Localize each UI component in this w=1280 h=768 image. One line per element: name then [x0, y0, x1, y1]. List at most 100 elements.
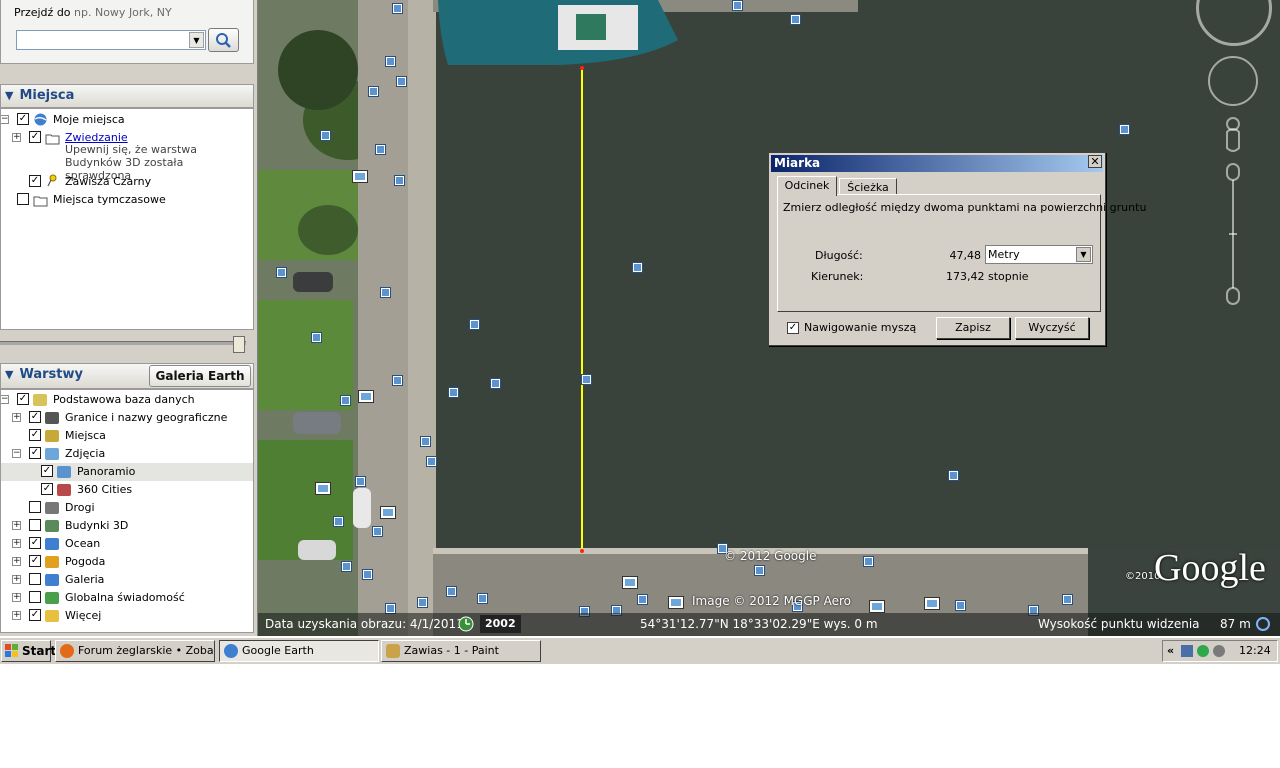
layer-checkbox[interactable]: ✓	[29, 447, 41, 459]
layer-checkbox[interactable]: ✓	[29, 411, 41, 423]
layer-checkbox[interactable]: ✓	[41, 465, 53, 477]
layer-checkbox[interactable]: ✓	[41, 483, 53, 495]
layer-checkbox[interactable]	[29, 591, 41, 603]
360-cities-photo-icon[interactable]	[353, 171, 367, 182]
collapse-triangle-icon[interactable]: ▼	[5, 368, 13, 381]
panoramio-photo-icon[interactable]	[427, 457, 436, 466]
layer-item[interactable]: ✓ 360 Cities	[1, 481, 253, 499]
tree-item-zawisza-czarny[interactable]: ✓ Zawisza Czarny	[3, 173, 253, 191]
layer-item[interactable]: Drogi	[1, 499, 253, 517]
antivirus-icon[interactable]	[1213, 645, 1225, 657]
panoramio-photo-icon[interactable]	[312, 333, 321, 342]
expand-toggle-icon[interactable]: +	[12, 521, 21, 530]
speaker-icon[interactable]	[1181, 645, 1193, 657]
layer-checkbox[interactable]: ✓	[29, 537, 41, 549]
tree-item-temporary-places[interactable]: Miejsca tymczasowe	[3, 191, 253, 209]
panoramio-photo-icon[interactable]	[447, 587, 456, 596]
search-button[interactable]	[208, 28, 239, 52]
panoramio-photo-icon[interactable]	[277, 268, 286, 277]
360-cities-photo-icon[interactable]	[925, 598, 939, 609]
expand-toggle-icon[interactable]: +	[12, 611, 21, 620]
collapse-toggle-icon[interactable]: −	[12, 449, 21, 458]
expand-toggle-icon[interactable]: +	[12, 133, 21, 142]
collapse-toggle-icon[interactable]: −	[1, 395, 9, 404]
panoramio-photo-icon[interactable]	[363, 570, 372, 579]
panoramio-photo-icon[interactable]	[342, 562, 351, 571]
panoramio-photo-icon[interactable]	[949, 471, 958, 480]
panoramio-photo-icon[interactable]	[321, 131, 330, 140]
layer-item[interactable]: + Budynki 3D	[1, 517, 253, 535]
layer-checkbox[interactable]	[29, 501, 41, 513]
panoramio-photo-icon[interactable]	[381, 288, 390, 297]
checkbox-temporary-places[interactable]	[17, 193, 29, 205]
earth-gallery-button[interactable]: Galeria Earth ››	[149, 365, 251, 403]
taskbar-item-google-earth[interactable]: Google Earth	[219, 640, 379, 662]
tray-expand-chevron-icon[interactable]: «	[1167, 641, 1174, 661]
expand-toggle-icon[interactable]: +	[12, 575, 21, 584]
panoramio-photo-icon[interactable]	[1120, 125, 1129, 134]
expand-toggle-icon[interactable]: +	[12, 557, 21, 566]
tab-line[interactable]: Odcinek	[777, 176, 837, 196]
zoom-slider-icon[interactable]	[1218, 112, 1248, 312]
layer-checkbox[interactable]: ✓	[29, 429, 41, 441]
360-cities-photo-icon[interactable]	[669, 597, 683, 608]
historical-year-badge[interactable]: 2002	[480, 615, 521, 633]
panel-slider-track[interactable]	[0, 341, 246, 345]
panoramio-photo-icon[interactable]	[449, 388, 458, 397]
panoramio-photo-icon[interactable]	[395, 176, 404, 185]
unit-select[interactable]: Metry ▼	[985, 245, 1093, 264]
panoramio-photo-icon[interactable]	[356, 477, 365, 486]
checkbox-zawisza-czarny[interactable]: ✓	[29, 175, 41, 187]
collapse-triangle-icon[interactable]: ▼	[5, 89, 13, 102]
360-cities-photo-icon[interactable]	[359, 391, 373, 402]
panoramio-photo-icon[interactable]	[334, 517, 343, 526]
panoramio-photo-icon[interactable]	[755, 566, 764, 575]
search-input[interactable]: ▼	[16, 30, 206, 50]
panoramio-photo-icon[interactable]	[386, 57, 395, 66]
panoramio-photo-icon[interactable]	[376, 145, 385, 154]
checkbox-zwiedzanie[interactable]: ✓	[29, 131, 41, 143]
panoramio-photo-icon[interactable]	[373, 527, 382, 536]
layer-checkbox[interactable]: ✓	[29, 555, 41, 567]
layer-item[interactable]: + Galeria	[1, 571, 253, 589]
search-history-dropdown[interactable]: ▼	[189, 32, 204, 48]
panoramio-photo-icon[interactable]	[470, 320, 479, 329]
dialog-title-bar[interactable]: Miarka	[771, 155, 1103, 172]
tree-item-my-places[interactable]: − ✓ Moje miejsca	[1, 111, 253, 129]
expand-toggle-icon[interactable]: +	[12, 413, 21, 422]
panoramio-photo-icon[interactable]	[478, 594, 487, 603]
layer-item[interactable]: + ✓ Pogoda	[1, 553, 253, 571]
layer-checkbox[interactable]	[29, 573, 41, 585]
clear-button[interactable]: Wyczyść	[1015, 317, 1089, 339]
panoramio-photo-icon[interactable]	[418, 598, 427, 607]
panoramio-photo-icon[interactable]	[397, 77, 406, 86]
look-joystick-icon[interactable]	[1208, 56, 1258, 106]
360-cities-photo-icon[interactable]	[316, 483, 330, 494]
panoramio-photo-icon[interactable]	[491, 379, 500, 388]
panel-slider-thumb[interactable]	[233, 336, 245, 353]
expand-toggle-icon[interactable]: +	[12, 593, 21, 602]
panoramio-photo-icon[interactable]	[386, 604, 395, 613]
chevron-down-icon[interactable]: ▼	[1076, 247, 1091, 262]
network-icon[interactable]	[1197, 645, 1209, 657]
places-header[interactable]: ▼ Miejsca	[0, 84, 254, 108]
layer-item[interactable]: ✓ Miejsca	[1, 427, 253, 445]
clock-time[interactable]: 12:24	[1239, 641, 1271, 661]
close-icon[interactable]: ✕	[1088, 155, 1102, 168]
clock-icon[interactable]	[458, 616, 474, 632]
panoramio-photo-icon[interactable]	[638, 595, 647, 604]
360-cities-photo-icon[interactable]	[623, 577, 637, 588]
layer-item[interactable]: + ✓ Ocean	[1, 535, 253, 553]
360-cities-photo-icon[interactable]	[870, 601, 884, 612]
panoramio-photo-icon[interactable]	[864, 557, 873, 566]
start-button[interactable]: Start	[1, 640, 56, 662]
layer-item[interactable]: + ✓ Więcej	[1, 607, 253, 625]
layer-item[interactable]: − ✓ Zdjęcia	[1, 445, 253, 463]
collapse-toggle-icon[interactable]: −	[1, 115, 9, 124]
layer-checkbox[interactable]: ✓	[29, 609, 41, 621]
panoramio-photo-icon[interactable]	[791, 15, 800, 24]
layer-checkbox[interactable]: ✓	[17, 393, 29, 405]
panoramio-photo-icon[interactable]	[369, 87, 378, 96]
expand-toggle-icon[interactable]: +	[12, 539, 21, 548]
panoramio-photo-icon[interactable]	[421, 437, 430, 446]
